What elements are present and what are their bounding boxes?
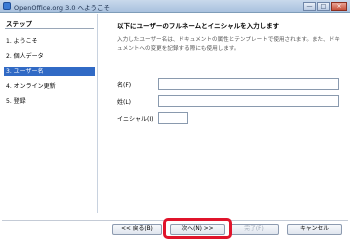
minimize-button[interactable]: — [303,2,316,11]
step-welcome[interactable]: 1. ようこそ [4,37,95,46]
surname-input[interactable] [158,78,339,90]
window-title: OpenOffice.org 3.0 へようこそ [14,4,111,12]
openoffice-icon [3,2,11,10]
steps-sidebar: ステップ 1. ようこそ 2. 個人データ 3. ユーザー名 4. オンライン更… [2,14,98,213]
step-registration[interactable]: 5. 登録 [4,97,95,106]
back-button[interactable]: << 戻る(B) [112,224,162,235]
given-name-label: 姓(L) [117,99,132,106]
surname-label: 名(F) [117,82,132,89]
page-description: 入力したユーザー名は、ドキュメントの属性とテンプレートで使用されます。また、ドキ… [117,37,340,52]
title-bar: OpenOffice.org 3.0 へようこそ — □ × [0,0,350,13]
initials-label: イニシャル(I) [117,116,154,123]
maximize-button[interactable]: □ [317,2,330,11]
page-heading: 以下にユーザーのフルネームとイニシャルを入力します [117,22,280,30]
finish-button[interactable]: 完了(F) [229,224,279,235]
step-online-update[interactable]: 4. オンライン更新 [4,82,95,91]
sidebar-divider [5,28,94,29]
steps-heading: ステップ [6,20,32,28]
close-button[interactable]: × [331,2,347,11]
next-button[interactable]: 次へ(N) >> [170,224,225,235]
wizard-footer: << 戻る(B) 次へ(N) >> 完了(F) キャンセル [0,213,350,241]
footer-divider [2,220,348,221]
initials-input[interactable] [158,112,188,124]
window-controls: — □ × [302,2,347,11]
main-content: 以下にユーザーのフルネームとイニシャルを入力します 入力したユーザー名は、ドキュ… [100,14,348,213]
cancel-button[interactable]: キャンセル [287,224,342,235]
step-personal-data[interactable]: 2. 個人データ [4,52,95,61]
step-user-name[interactable]: 3. ユーザー名 [4,67,95,76]
given-name-input[interactable] [158,95,339,107]
